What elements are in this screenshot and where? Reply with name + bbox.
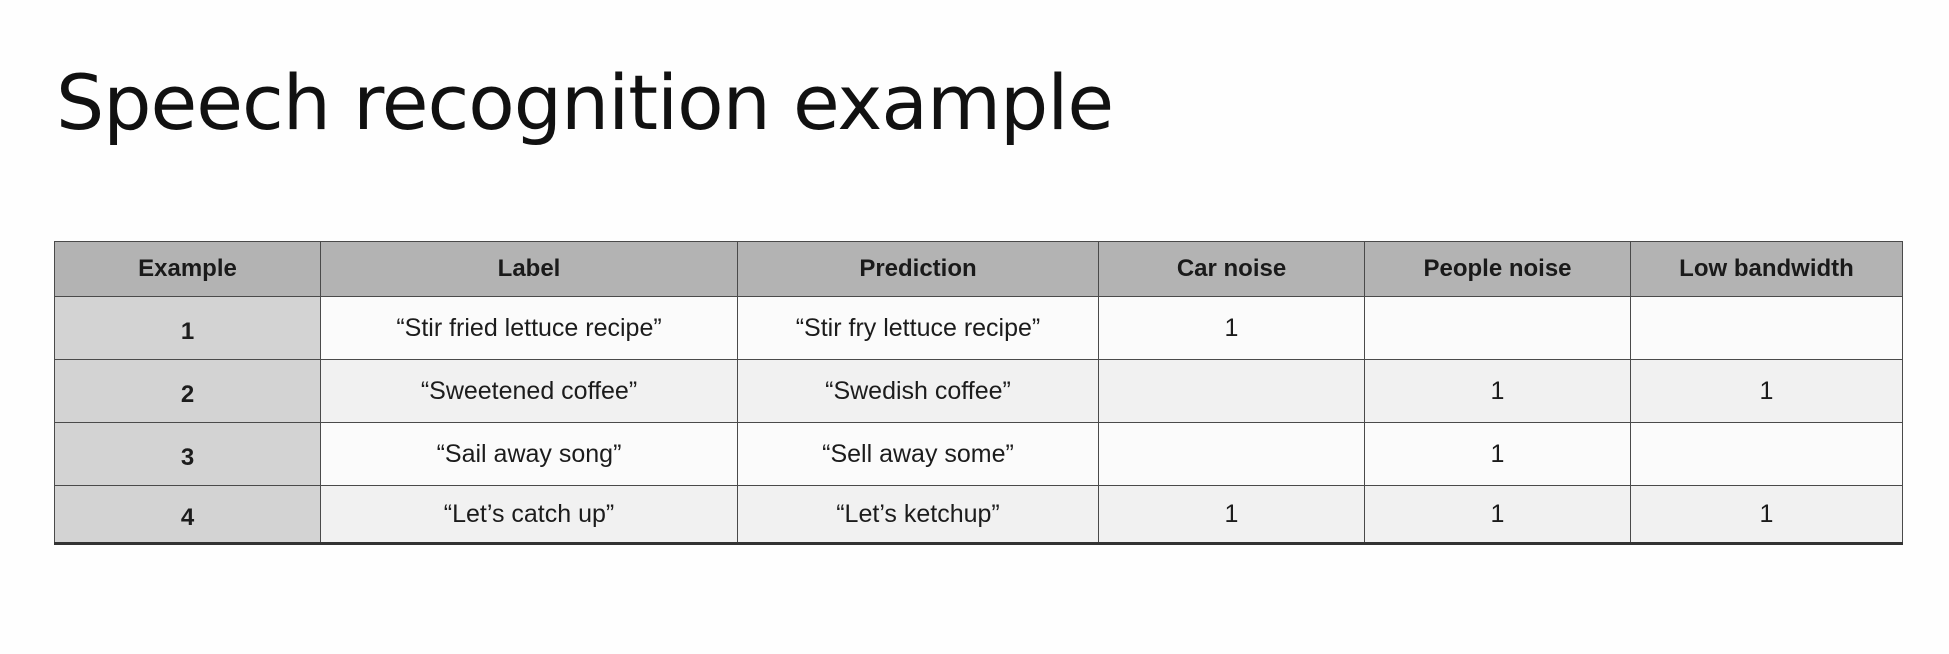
cell-car-noise — [1098, 359, 1365, 423]
cell-label: “Sweetened coffee” — [320, 359, 738, 423]
cell-label: “Sail away song” — [320, 422, 738, 486]
cell-people-noise: 1 — [1364, 422, 1631, 486]
cell-low-bandwidth — [1630, 296, 1903, 360]
header-low-bandwidth: Low bandwidth — [1630, 241, 1903, 297]
cell-people-noise: 1 — [1364, 359, 1631, 423]
table-header: Example Label Prediction Car noise Peopl… — [54, 241, 1903, 297]
header-row: Example Label Prediction Car noise Peopl… — [54, 241, 1903, 297]
cell-car-noise — [1098, 422, 1365, 486]
cell-example: 2 — [54, 359, 321, 423]
table-body: 1 “Stir fried lettuce recipe” “Stir fry … — [54, 296, 1903, 545]
cell-label: “Stir fried lettuce recipe” — [320, 296, 738, 360]
cell-low-bandwidth: 1 — [1630, 359, 1903, 423]
slide: Speech recognition example Example Label… — [0, 0, 1949, 654]
cell-example: 1 — [54, 296, 321, 360]
cell-prediction: “Swedish coffee” — [737, 359, 1099, 423]
slide-title: Speech recognition example — [56, 58, 1114, 147]
cell-car-noise: 1 — [1098, 296, 1365, 360]
cell-prediction: “Sell away some” — [737, 422, 1099, 486]
table-row: 3 “Sail away song” “Sell away some” 1 — [54, 422, 1903, 486]
table-row: 1 “Stir fried lettuce recipe” “Stir fry … — [54, 296, 1903, 360]
cell-low-bandwidth — [1630, 422, 1903, 486]
table-row: 2 “Sweetened coffee” “Swedish coffee” 1 … — [54, 359, 1903, 423]
header-label: Label — [320, 241, 738, 297]
table-row: 4 “Let’s catch up” “Let’s ketchup” 1 1 1 — [54, 485, 1903, 545]
cell-example: 3 — [54, 422, 321, 486]
header-prediction: Prediction — [737, 241, 1099, 297]
cell-car-noise: 1 — [1098, 485, 1365, 545]
header-car-noise: Car noise — [1098, 241, 1365, 297]
cell-prediction: “Stir fry lettuce recipe” — [737, 296, 1099, 360]
cell-prediction: “Let’s ketchup” — [737, 485, 1099, 545]
cell-example: 4 — [54, 485, 321, 545]
cell-people-noise: 1 — [1364, 485, 1631, 545]
cell-people-noise — [1364, 296, 1631, 360]
cell-low-bandwidth: 1 — [1630, 485, 1903, 545]
header-example: Example — [54, 241, 321, 297]
header-people-noise: People noise — [1364, 241, 1631, 297]
cell-label: “Let’s catch up” — [320, 485, 738, 545]
error-analysis-table: Example Label Prediction Car noise Peopl… — [54, 241, 1903, 545]
